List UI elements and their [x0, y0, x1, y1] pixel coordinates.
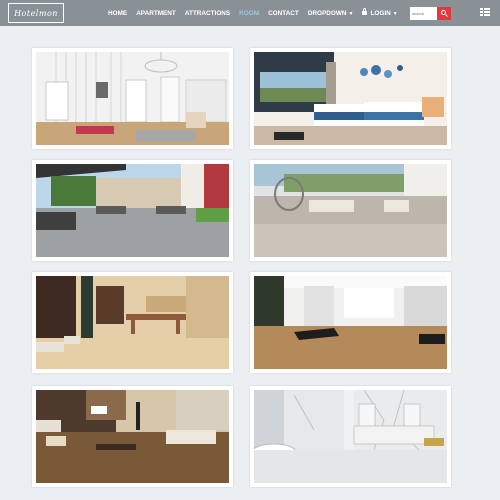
gallery-photo — [254, 164, 447, 257]
gallery-image-patio[interactable] — [250, 160, 451, 261]
nav-item-apartment[interactable]: APARTMENT — [136, 10, 176, 17]
nav-item-dropdown[interactable]: DROPDOWN ▼ — [308, 10, 354, 17]
gallery-photo — [254, 390, 447, 483]
gallery-photo — [36, 390, 229, 483]
search-button[interactable] — [437, 7, 451, 20]
gallery-photo — [36, 276, 229, 369]
main-nav: HOME APARTMENT ATTRACTIONS ROOM CONTACT … — [108, 0, 407, 26]
chevron-down-icon: ▼ — [392, 10, 398, 17]
nav-item-login-label[interactable]: LOGIN — [370, 10, 390, 17]
gallery-image-living-room[interactable] — [32, 48, 233, 149]
search-icon — [440, 10, 446, 15]
search-input[interactable] — [410, 7, 437, 20]
brand-name[interactable]: Hotelmon — [14, 9, 58, 18]
top-navbar: Hotelmon HOME APARTMENT ATTRACTIONS ROOM… — [0, 0, 500, 26]
nav-item-room[interactable]: ROOM — [239, 10, 259, 17]
nav-item-dropdown-label[interactable]: DROPDOWN — [308, 10, 347, 17]
chevron-down-icon: ▼ — [348, 10, 354, 17]
gallery-image-bedroom[interactable] — [250, 48, 451, 149]
gallery-image-terrace[interactable] — [32, 160, 233, 261]
search-box — [410, 7, 451, 20]
gallery-image-office[interactable] — [32, 272, 233, 373]
gallery-image-bathroom[interactable] — [250, 386, 451, 487]
gallery-image-showroom[interactable] — [250, 272, 451, 373]
nav-item-login[interactable]: LOGIN ▼ — [362, 7, 398, 17]
menu-button[interactable] — [480, 8, 490, 17]
menu-icon — [480, 8, 490, 16]
gallery-photo — [36, 164, 229, 257]
gallery-image-marble-living-room[interactable] — [32, 386, 233, 487]
gallery-photo — [254, 52, 447, 145]
brand-logo[interactable]: Hotelmon — [8, 3, 64, 23]
lock-icon — [362, 7, 368, 15]
gallery-photo — [254, 276, 447, 369]
gallery-photo — [36, 52, 229, 145]
nav-item-home[interactable]: HOME — [108, 10, 127, 17]
nav-item-contact[interactable]: CONTACT — [268, 10, 299, 17]
nav-item-attractions[interactable]: ATTRACTIONS — [185, 10, 230, 17]
